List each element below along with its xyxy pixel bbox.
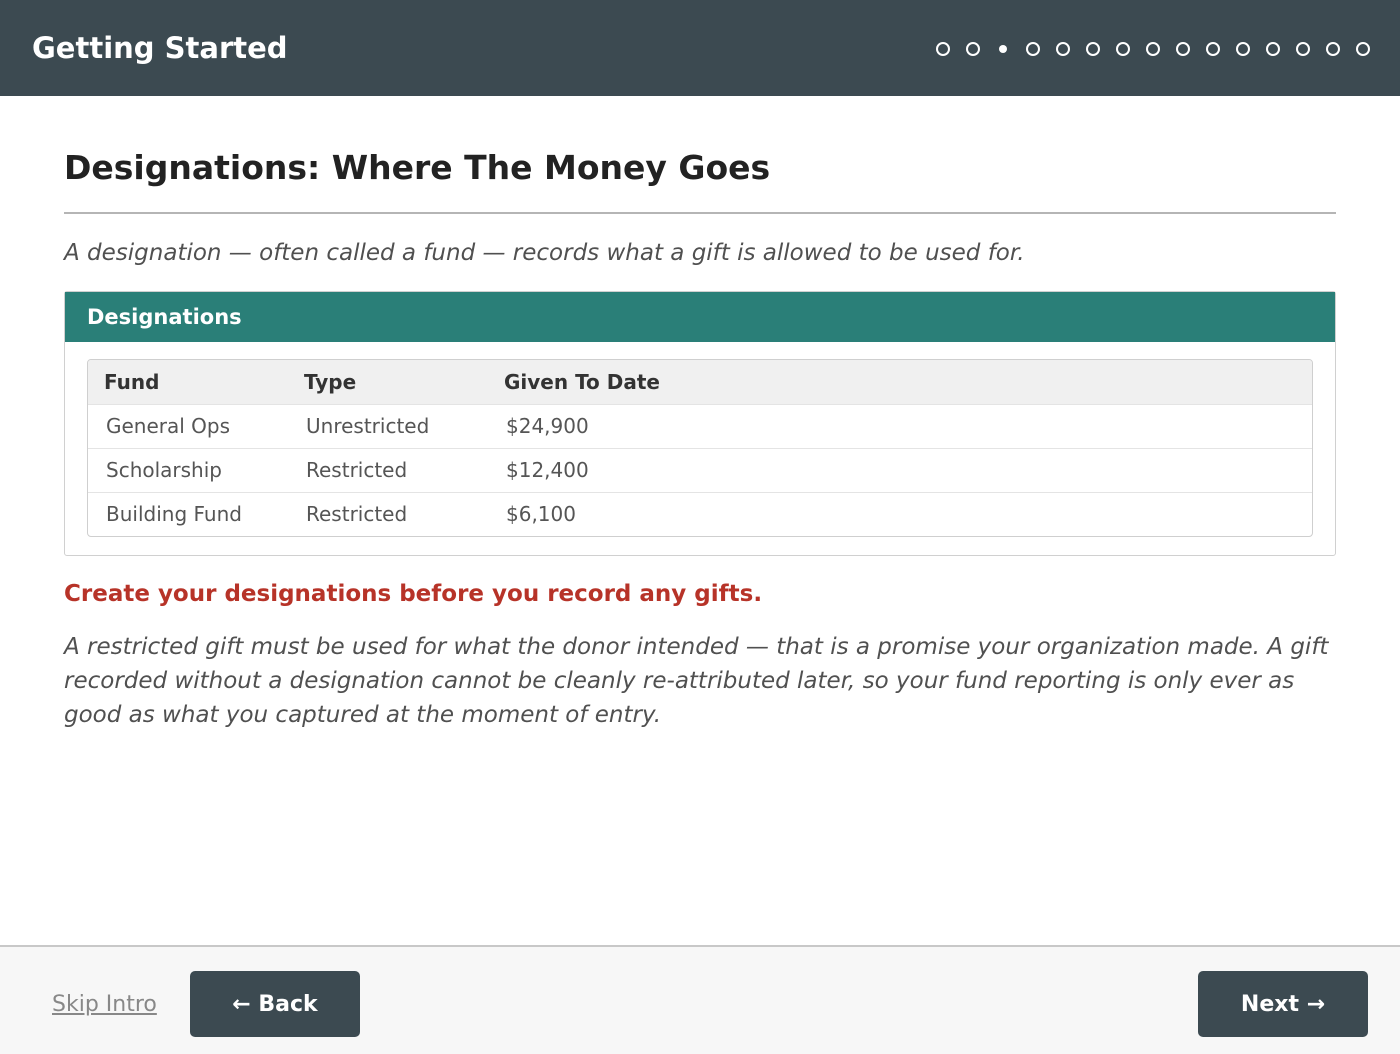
cell-type: Unrestricted xyxy=(288,403,488,448)
progress-dot xyxy=(1206,42,1220,56)
progress-dot xyxy=(1236,42,1250,56)
explanation-text: A restricted gift must be used for what … xyxy=(64,634,1329,728)
progress-dot xyxy=(1026,42,1040,56)
cell-fund: General Ops xyxy=(88,403,288,448)
footer-bar: Skip Intro ← Back Next → xyxy=(0,945,1400,1054)
cell-type: Restricted xyxy=(288,447,488,492)
table-row: Scholarship Restricted $12,400 xyxy=(88,447,1312,492)
progress-dot xyxy=(1266,42,1280,56)
progress-dot-current xyxy=(996,42,1010,56)
progress-dot xyxy=(1056,42,1070,56)
column-header-fund: Fund xyxy=(88,360,288,404)
table-row: General Ops Unrestricted $24,900 xyxy=(88,403,1312,448)
cell-given: $24,900 xyxy=(488,403,1312,448)
progress-dot xyxy=(1116,42,1130,56)
intro-text: A designation — often called a fund — re… xyxy=(64,240,1025,266)
progress-dot xyxy=(936,42,950,56)
next-button[interactable]: Next → xyxy=(1198,971,1368,1037)
progress-dot xyxy=(966,42,980,56)
progress-dot xyxy=(1296,42,1310,56)
table-row: Building Fund Restricted $6,100 xyxy=(88,491,1312,536)
designations-table: Fund Type Given To Date General Ops Unre… xyxy=(87,359,1313,537)
cell-type: Restricted xyxy=(288,491,488,536)
header-bar: Getting Started xyxy=(0,0,1400,96)
warning-text: Create your designations before you reco… xyxy=(64,581,763,607)
app-title: Getting Started xyxy=(32,31,288,65)
progress-dot xyxy=(1086,42,1100,56)
table-header-row: Fund Type Given To Date xyxy=(88,360,1312,404)
progress-dots xyxy=(936,42,1370,56)
cell-given: $12,400 xyxy=(488,447,1312,492)
column-header-given: Given To Date xyxy=(488,360,1312,404)
progress-dot xyxy=(1146,42,1160,56)
designations-panel: Designations Fund Type Given To Date Gen… xyxy=(64,291,1336,556)
progress-dot xyxy=(1326,42,1340,56)
column-header-type: Type xyxy=(288,360,488,404)
cell-fund: Scholarship xyxy=(88,447,288,492)
skip-intro-link[interactable]: Skip Intro xyxy=(52,987,157,1023)
cell-given: $6,100 xyxy=(488,491,1312,536)
cell-fund: Building Fund xyxy=(88,491,288,536)
panel-title: Designations xyxy=(65,292,1335,342)
progress-dot xyxy=(1176,42,1190,56)
divider xyxy=(64,212,1336,214)
back-button[interactable]: ← Back xyxy=(190,971,360,1037)
progress-dot xyxy=(1356,42,1370,56)
page-title: Designations: Where The Money Goes xyxy=(64,148,771,187)
